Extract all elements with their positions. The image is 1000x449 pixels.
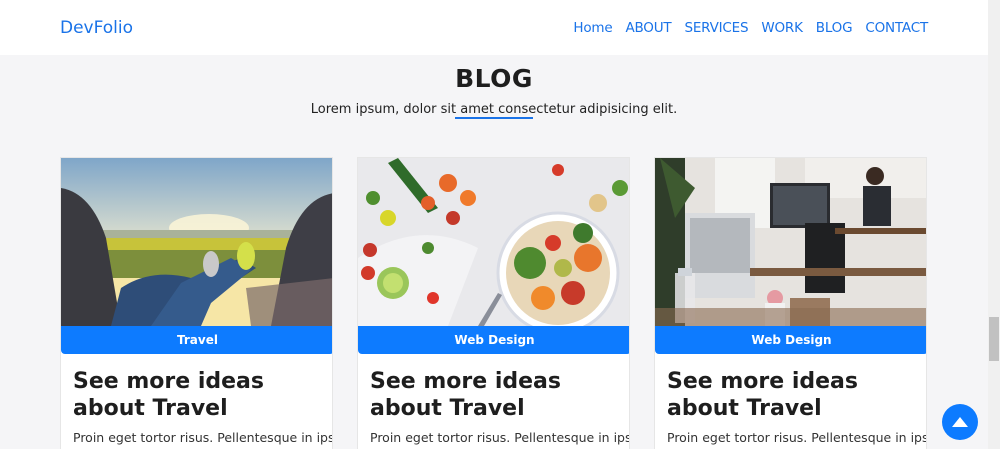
card-title[interactable]: See more ideas about Travel (73, 368, 328, 422)
nav-link-services[interactable]: SERVICES (684, 20, 748, 36)
category-badge[interactable]: Web Design (358, 326, 629, 354)
brand-logo[interactable]: DevFolio (60, 18, 133, 38)
nav-link-about[interactable]: ABOUT (625, 20, 671, 36)
card-excerpt: Proin eget tortor risus. Pellentesque in… (370, 430, 630, 445)
category-badge[interactable]: Web Design (655, 326, 926, 354)
nav-link-work[interactable]: WORK (761, 20, 803, 36)
card-title[interactable]: See more ideas about Travel (667, 368, 922, 422)
scrollbar-thumb[interactable] (989, 317, 999, 361)
nav-link-contact[interactable]: CONTACT (865, 20, 928, 36)
blog-card[interactable]: Travel See more ideas about Travel Proin… (60, 157, 333, 449)
section-title: BLOG (455, 64, 533, 93)
arrow-up-icon (952, 417, 968, 427)
food-photo[interactable] (358, 158, 629, 326)
travel-photo[interactable] (61, 158, 332, 326)
card-excerpt: Proin eget tortor risus. Pellentesque in… (667, 430, 927, 445)
nav-link-home[interactable]: Home (573, 20, 612, 36)
scrollbar-track[interactable] (988, 0, 1000, 449)
blog-card[interactable]: Web Design See more ideas about Travel P… (654, 157, 927, 449)
main-nav: Home ABOUT SERVICES WORK BLOG CONTACT (573, 20, 928, 36)
title-underline (455, 117, 533, 119)
back-to-top-button[interactable] (942, 404, 978, 440)
office-photo[interactable] (655, 158, 926, 326)
navbar: DevFolio Home ABOUT SERVICES WORK BLOG C… (0, 0, 988, 55)
card-excerpt: Proin eget tortor risus. Pellentesque in… (73, 430, 333, 445)
blog-card[interactable]: Web Design See more ideas about Travel P… (357, 157, 630, 449)
nav-link-blog[interactable]: BLOG (816, 20, 853, 36)
section-subtitle: Lorem ipsum, dolor sit amet consectetur … (310, 102, 678, 117)
category-badge[interactable]: Travel (61, 326, 332, 354)
card-title[interactable]: See more ideas about Travel (370, 368, 625, 422)
